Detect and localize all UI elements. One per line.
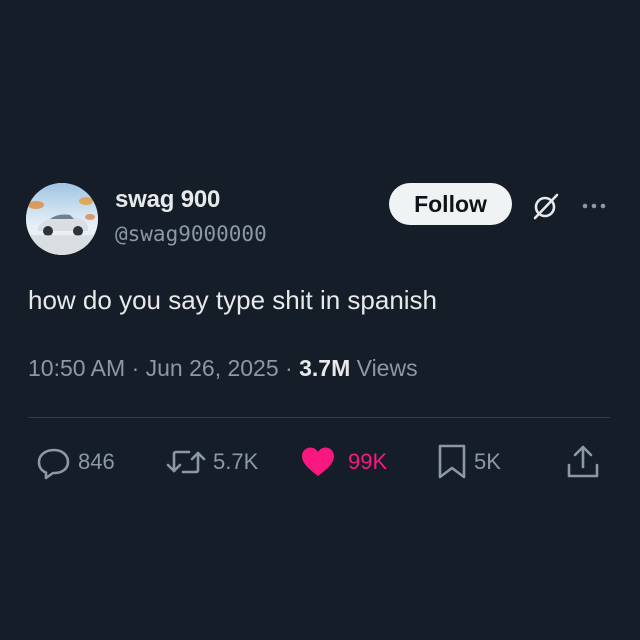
tweet-card: swag 900 @swag9000000 Follow how do you …: [0, 0, 640, 640]
avatar[interactable]: [26, 183, 98, 255]
views-count[interactable]: 3.7M: [299, 355, 350, 381]
reply-count: 846: [78, 449, 115, 474]
tweet-time[interactable]: 10:50 AM: [28, 355, 125, 381]
user-handle[interactable]: @swag9000000: [115, 222, 267, 246]
bookmark-count: 5K: [474, 449, 501, 474]
like-count: 99K: [348, 449, 388, 474]
tweet-date[interactable]: Jun 26, 2025: [146, 355, 279, 381]
share-icon: [567, 445, 599, 478]
tweet-meta: 10:50 AM · Jun 26, 2025 · 3.7M Views: [28, 355, 418, 382]
display-name[interactable]: swag 900: [115, 186, 220, 214]
divider: [28, 417, 610, 418]
meta-separator: ·: [278, 355, 300, 381]
repost-icon: [166, 450, 206, 474]
reply-icon: [37, 448, 70, 480]
repost-count: 5.7K: [213, 449, 259, 474]
views-label: Views: [356, 355, 418, 381]
bookmark-button[interactable]: 5K: [436, 442, 501, 482]
bookmark-icon: [438, 444, 466, 479]
follow-button[interactable]: Follow: [389, 183, 512, 225]
heart-icon: [302, 447, 334, 476]
tweet-text: how do you say type shit in spanish: [28, 285, 438, 315]
repost-button[interactable]: 5.7K: [165, 442, 258, 482]
reply-button[interactable]: 846: [36, 442, 115, 482]
share-button[interactable]: [565, 442, 601, 482]
like-button[interactable]: 99K: [299, 442, 387, 482]
grok-slash-icon[interactable]: [530, 190, 562, 222]
meta-separator: ·: [125, 355, 146, 381]
more-dots-icon[interactable]: [578, 190, 610, 222]
